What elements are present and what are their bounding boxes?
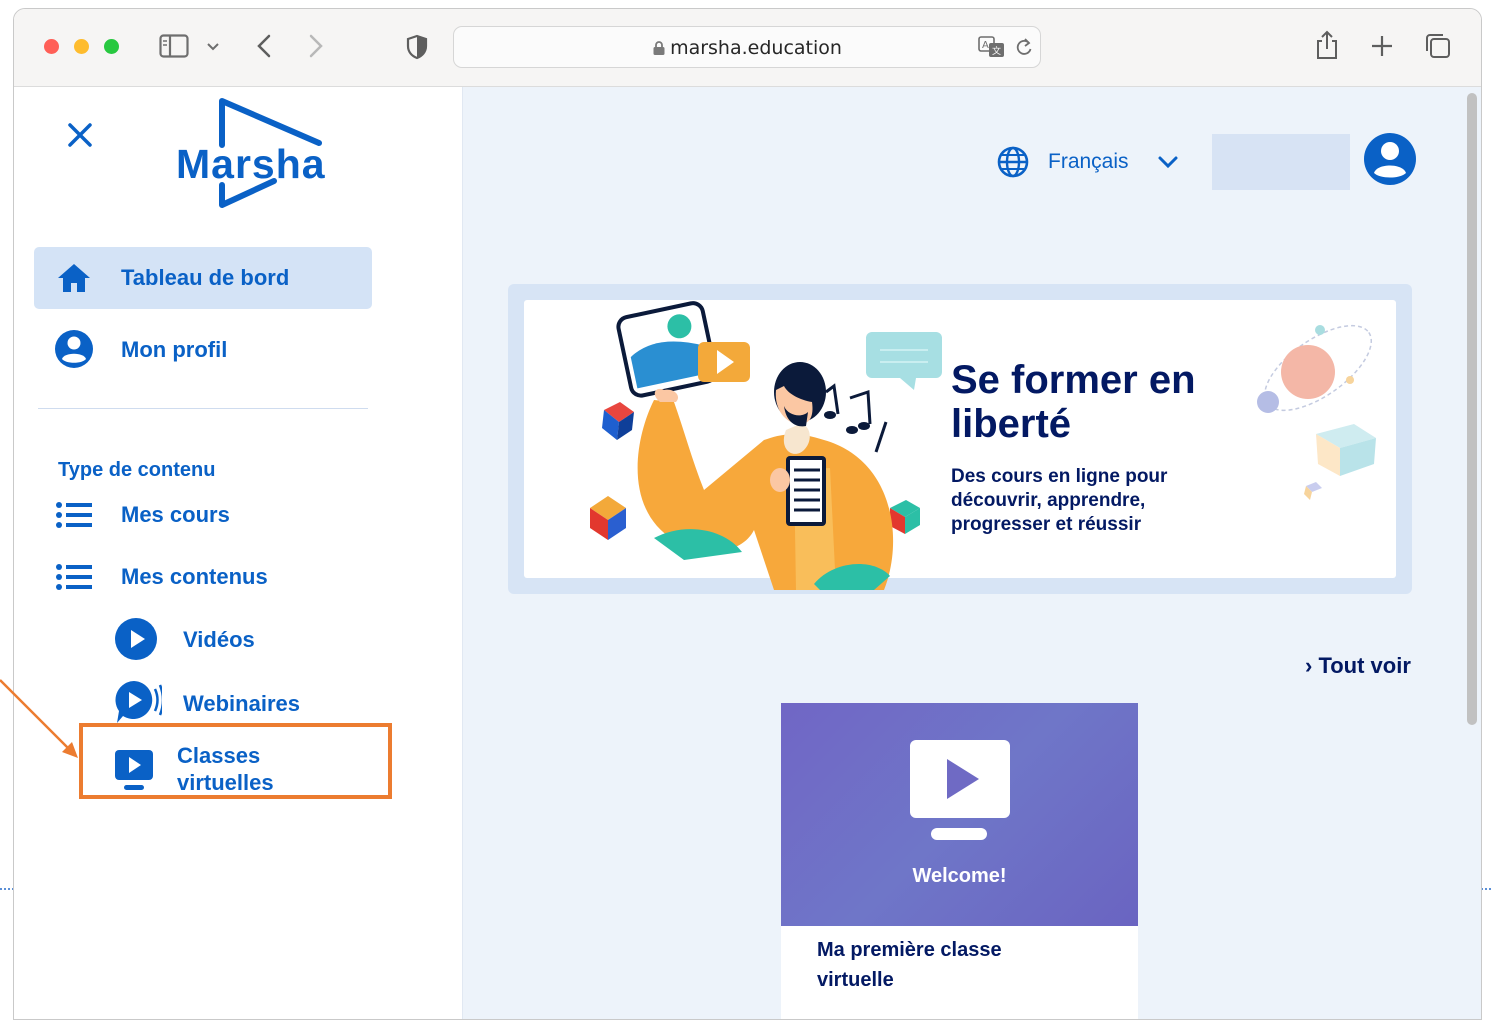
sidebar-item-label: Tableau de bord bbox=[121, 265, 290, 290]
card-title-line1: Ma première classe bbox=[817, 939, 1002, 961]
main-content: Français Se former en liberté Des cours … bbox=[463, 87, 1481, 1019]
sidebar-item-contents[interactable]: Mes contenus bbox=[50, 551, 370, 601]
url-display: marsha.education bbox=[454, 37, 1040, 59]
sidebar-item-label: Mes contenus bbox=[121, 564, 268, 589]
banner-title: Se former en liberté bbox=[951, 358, 1196, 446]
highlight-box bbox=[79, 723, 392, 799]
banner-subtitle: Des cours en ligne pour découvrir, appre… bbox=[951, 465, 1167, 537]
sidebar-toggle-icon[interactable] bbox=[159, 34, 189, 63]
sidebar-divider bbox=[38, 408, 368, 409]
banner-subtitle-line2: découvrir, apprendre, bbox=[951, 490, 1146, 511]
account-icon[interactable] bbox=[1363, 132, 1417, 191]
svg-text:A: A bbox=[982, 40, 989, 51]
url-text: marsha.education bbox=[670, 37, 842, 59]
sidebar-item-label: Vidéos bbox=[183, 627, 255, 652]
sidebar-item-courses[interactable]: Mes cours bbox=[50, 489, 370, 539]
banner-subtitle-line1: Des cours en ligne pour bbox=[951, 466, 1168, 487]
page-dots-right bbox=[1481, 888, 1493, 890]
screen-play-icon bbox=[909, 739, 1011, 848]
card-title: Ma première classe virtuelle bbox=[817, 935, 1002, 995]
close-window-button[interactable] bbox=[44, 39, 59, 54]
banner-subtitle-line3: progresser et réussir bbox=[951, 514, 1142, 535]
card-title-line2: virtuelle bbox=[817, 969, 894, 991]
tab-overview-icon[interactable] bbox=[1424, 32, 1452, 65]
sidebar-item-videos[interactable]: Vidéos bbox=[110, 613, 370, 665]
language-selector[interactable]: Français bbox=[995, 142, 1195, 182]
planet-illustration bbox=[1257, 324, 1376, 500]
chevron-down-icon[interactable] bbox=[206, 40, 220, 58]
logo-text: Marsha bbox=[176, 141, 326, 187]
classroom-card[interactable]: Welcome! Ma première classe virtuelle bbox=[781, 703, 1138, 1019]
browser-toolbar: marsha.education A文 bbox=[14, 9, 1481, 87]
marsha-logo[interactable]: Marsha bbox=[174, 93, 344, 213]
zoom-window-button[interactable] bbox=[104, 39, 119, 54]
share-icon[interactable] bbox=[1314, 29, 1340, 66]
translate-icon[interactable]: A文 bbox=[978, 36, 1006, 63]
sidebar-item-label: Mes cours bbox=[121, 502, 230, 527]
address-bar[interactable]: marsha.education A文 bbox=[453, 26, 1041, 68]
lock-icon bbox=[653, 41, 665, 55]
user-name-placeholder bbox=[1212, 134, 1350, 190]
card-tag: Welcome! bbox=[912, 865, 1007, 887]
browser-window: marsha.education A文 Marsha Tableau de bo… bbox=[13, 8, 1482, 1020]
annotation-arrow bbox=[0, 679, 78, 758]
banner-title-line1: Se former en bbox=[951, 358, 1196, 402]
user-icon bbox=[54, 329, 94, 374]
section-title: Type de contenu bbox=[58, 459, 216, 481]
forward-icon[interactable] bbox=[306, 33, 326, 64]
list-icon bbox=[56, 502, 92, 533]
scrollbar[interactable] bbox=[1467, 93, 1477, 725]
card-thumbnail: Welcome! bbox=[781, 703, 1138, 926]
globe-icon bbox=[997, 146, 1029, 183]
sidebar-item-webinars[interactable]: Webinaires bbox=[110, 675, 370, 729]
chevron-down-icon bbox=[1157, 154, 1179, 175]
sidebar-item-label: Mon profil bbox=[121, 337, 228, 362]
new-tab-icon[interactable] bbox=[1370, 34, 1394, 63]
hero-banner: Se former en liberté Des cours en ligne … bbox=[508, 284, 1412, 594]
svg-text:文: 文 bbox=[992, 45, 1001, 57]
language-label: Français bbox=[1048, 150, 1129, 173]
home-icon bbox=[56, 262, 92, 299]
sidebar: Marsha Tableau de bord Mon profil Type d… bbox=[14, 87, 463, 1019]
banner-title-line2: liberté bbox=[951, 402, 1072, 446]
hero-banner-inner: Se former en liberté Des cours en ligne … bbox=[524, 300, 1396, 590]
see-all-link[interactable]: › Tout voir bbox=[1305, 653, 1411, 679]
reload-icon[interactable] bbox=[1015, 37, 1033, 62]
sidebar-item-dashboard[interactable]: Tableau de bord bbox=[34, 247, 372, 309]
back-icon[interactable] bbox=[254, 33, 274, 64]
minimize-window-button[interactable] bbox=[74, 39, 89, 54]
page-dots-left bbox=[0, 888, 14, 890]
learner-illustration bbox=[590, 301, 942, 590]
sidebar-item-label: Webinaires bbox=[183, 691, 300, 716]
list-icon bbox=[56, 564, 92, 595]
close-icon[interactable] bbox=[66, 121, 94, 154]
shield-icon[interactable] bbox=[405, 34, 429, 65]
play-circle-icon bbox=[114, 617, 158, 666]
sidebar-item-profile[interactable]: Mon profil bbox=[34, 319, 372, 379]
